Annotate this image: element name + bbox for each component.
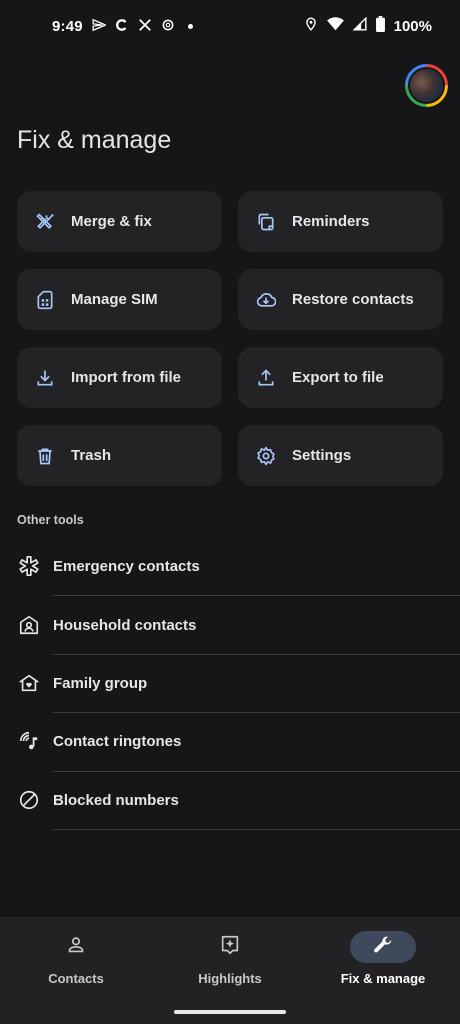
reminders-icon <box>256 212 276 232</box>
family-home-icon <box>17 671 41 695</box>
restore-contacts-card[interactable]: Restore contacts <box>238 269 443 330</box>
emergency-icon <box>17 554 41 578</box>
card-label: Export to file <box>292 369 384 386</box>
contact-ringtones-item[interactable]: Contact ringtones <box>0 712 460 770</box>
nav-label: Contacts <box>48 971 104 986</box>
reminders-card[interactable]: Reminders <box>238 191 443 252</box>
wrench-icon <box>372 934 394 961</box>
x-icon <box>138 18 152 35</box>
nav-contacts[interactable]: Contacts <box>21 931 131 991</box>
card-label: Merge & fix <box>71 213 152 230</box>
nav-label: Fix & manage <box>340 971 426 986</box>
nav-fix-manage[interactable]: Fix & manage <box>328 931 438 991</box>
threads-icon <box>161 18 175 35</box>
highlights-icon <box>219 934 241 961</box>
person-icon <box>65 934 87 961</box>
export-to-file-card[interactable]: Export to file <box>238 347 443 408</box>
settings-card[interactable]: Settings <box>238 425 443 486</box>
sim-card-icon <box>35 290 55 310</box>
blocked-numbers-item[interactable]: Blocked numbers <box>0 771 460 829</box>
manage-sim-card[interactable]: Manage SIM <box>17 269 222 330</box>
divider <box>53 829 460 830</box>
household-icon <box>17 613 41 637</box>
cloud-download-icon <box>256 290 276 310</box>
avatar-photo <box>408 67 445 104</box>
import-from-file-card[interactable]: Import from file <box>17 347 222 408</box>
signal-icon <box>352 16 367 35</box>
battery-percent: 100% <box>393 17 432 35</box>
family-group-item[interactable]: Family group <box>0 654 460 712</box>
nav-pill <box>197 931 263 963</box>
notification-dot-icon <box>187 23 193 29</box>
trash-icon <box>35 446 55 466</box>
status-right: 100% <box>304 16 432 36</box>
household-contacts-item[interactable]: Household contacts <box>0 596 460 654</box>
card-label: Trash <box>71 447 112 464</box>
tool-label: Contact ringtones <box>53 732 182 750</box>
status-bar: 9:49 100% <box>0 0 460 52</box>
nav-label: Highlights <box>198 971 262 986</box>
block-icon <box>17 788 41 812</box>
other-tools-heading: Other tools <box>17 513 84 527</box>
c-icon <box>115 18 129 35</box>
download-icon <box>35 368 55 388</box>
bottom-navigation: Contacts Highlights Fix & manage <box>0 917 460 1024</box>
tool-label: Household contacts <box>53 616 197 634</box>
card-label: Restore contacts <box>292 291 414 308</box>
tool-label: Blocked numbers <box>53 791 179 809</box>
card-label: Manage SIM <box>71 291 158 308</box>
send-icon <box>92 18 107 35</box>
account-avatar[interactable] <box>405 64 448 107</box>
nav-pill-active <box>350 931 416 963</box>
page-title: Fix & manage <box>17 126 172 154</box>
card-label: Import from file <box>71 369 182 386</box>
status-left: 9:49 <box>52 18 193 35</box>
tools-icon <box>35 212 55 232</box>
tool-label: Family group <box>53 674 148 692</box>
status-time: 9:49 <box>52 17 83 35</box>
nav-highlights[interactable]: Highlights <box>175 931 285 991</box>
upload-icon <box>256 368 276 388</box>
trash-card[interactable]: Trash <box>17 425 222 486</box>
screen: 9:49 100% Fix & manage Merge & fix Remin… <box>0 0 460 1024</box>
gesture-handle[interactable] <box>174 1010 286 1014</box>
merge-fix-card[interactable]: Merge & fix <box>17 191 222 252</box>
nav-pill <box>43 931 109 963</box>
card-label: Reminders <box>292 213 370 230</box>
location-icon <box>304 16 318 36</box>
battery-icon <box>375 16 385 36</box>
gear-icon <box>256 446 276 466</box>
card-label: Settings <box>292 447 352 464</box>
ringtone-icon <box>17 729 41 753</box>
wifi-icon <box>326 17 344 35</box>
emergency-contacts-item[interactable]: Emergency contacts <box>0 537 460 595</box>
tool-label: Emergency contacts <box>53 557 200 575</box>
